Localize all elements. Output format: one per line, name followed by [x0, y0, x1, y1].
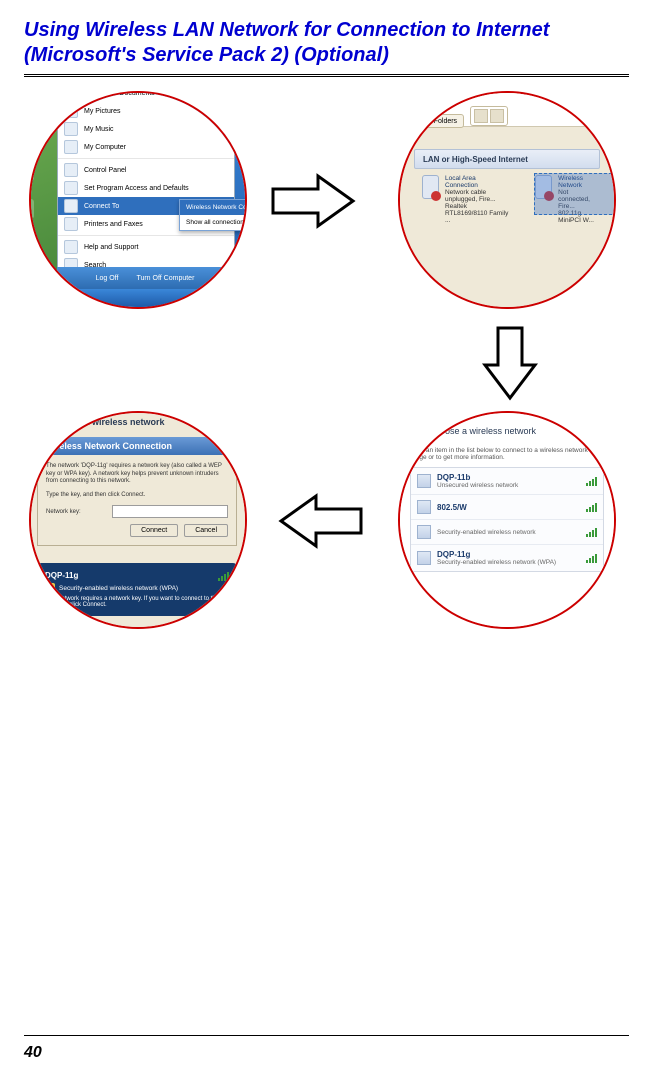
- start-menu-panel: My Recent Documents My Pictures My Music…: [57, 91, 235, 293]
- start-menu-power: Log Off Turn Off Computer: [57, 267, 233, 289]
- menu-item[interactable]: Help and Support: [58, 238, 234, 256]
- page-heading: Using Wireless LAN Network for Connectio…: [24, 18, 629, 68]
- menu-item[interactable]: My Computer: [58, 138, 234, 156]
- network-item[interactable]: 802.5/W: [411, 495, 603, 520]
- menu-item[interactable]: Control Panel: [58, 161, 234, 179]
- connect-button[interactable]: Connect: [130, 524, 178, 537]
- flyout-item-showall[interactable]: Show all connections: [180, 215, 247, 230]
- menu-item[interactable]: My Recent Documents: [58, 91, 234, 102]
- lan-icon: [422, 175, 439, 199]
- heading-rule: [24, 74, 629, 77]
- diagram: My Recent Documents My Pictures My Music…: [24, 91, 629, 751]
- folders-button[interactable]: 📁Folders: [414, 114, 464, 128]
- view-buttons[interactable]: [470, 106, 508, 126]
- flyout-item-wireless[interactable]: Wireless Network Connection: [180, 200, 247, 215]
- network-item[interactable]: Security-enabled wireless network: [411, 520, 603, 545]
- footer-rule: [24, 1035, 629, 1036]
- dialog-body: The network 'DQP-11g' requires a network…: [37, 455, 237, 546]
- selection-highlight: [534, 173, 616, 215]
- shutdown-button[interactable]: Turn Off Computer: [136, 275, 194, 282]
- logoff-button[interactable]: Log Off: [96, 275, 119, 282]
- wireless-caption: Click an item in the list below to conne…: [410, 447, 604, 461]
- wireless-title: oose a wireless network: [400, 425, 614, 445]
- arrow-right-icon: [268, 171, 358, 231]
- menu-item[interactable]: My Pictures: [58, 102, 234, 120]
- network-balloon: DQP-11g Security-enabled wireless networ…: [37, 563, 237, 616]
- group-header: LAN or High-Speed Internet: [414, 149, 600, 169]
- network-item[interactable]: DQP-11b Unsecured wireless network: [411, 468, 603, 495]
- connect-to-flyout: Wireless Network Connection Show all con…: [179, 199, 247, 231]
- step2-network-connections: Help 📁Folders LAN or High-Speed Internet…: [398, 91, 616, 309]
- menu-help[interactable]: Help: [410, 99, 424, 106]
- network-key-label: Network key:: [46, 509, 106, 515]
- step3-wireless-list: oose a wireless network Click an item in…: [398, 411, 616, 629]
- signal-bars-icon: [586, 476, 597, 486]
- network-key-input[interactable]: [112, 505, 228, 518]
- antenna-icon: [417, 474, 431, 488]
- antenna-icon: [417, 551, 431, 565]
- signal-bars-icon: [586, 502, 597, 512]
- signal-bars-icon: [218, 571, 229, 581]
- menu-item[interactable]: My Music: [58, 120, 234, 138]
- start-button[interactable]: [31, 289, 71, 307]
- signal-bars-icon: [586, 553, 597, 563]
- arrow-left-icon: [276, 491, 366, 551]
- arrow-down-icon: [480, 323, 540, 403]
- signal-bars-icon: [586, 527, 597, 537]
- dialog-titlebar: Wireless Network Connection: [37, 437, 247, 455]
- cancel-button[interactable]: Cancel: [184, 524, 228, 537]
- wireless-network-list: DQP-11b Unsecured wireless network 802.5…: [410, 467, 604, 572]
- menu-item[interactable]: Set Program Access and Defaults: [58, 179, 234, 197]
- step4-connect-dialog: Choose a wireless network Wireless Netwo…: [29, 411, 247, 629]
- lan-connection[interactable]: Local Area Connection Network cable unpl…: [422, 175, 509, 217]
- lock-icon: [45, 583, 55, 593]
- step1-start-menu: My Recent Documents My Pictures My Music…: [29, 91, 247, 309]
- panel-title: Choose a wireless network: [49, 417, 165, 427]
- network-item[interactable]: DQP-11g Security-enabled wireless networ…: [411, 545, 603, 571]
- page-number: 40: [24, 1044, 42, 1062]
- antenna-icon: [417, 525, 431, 539]
- antenna-icon: [417, 500, 431, 514]
